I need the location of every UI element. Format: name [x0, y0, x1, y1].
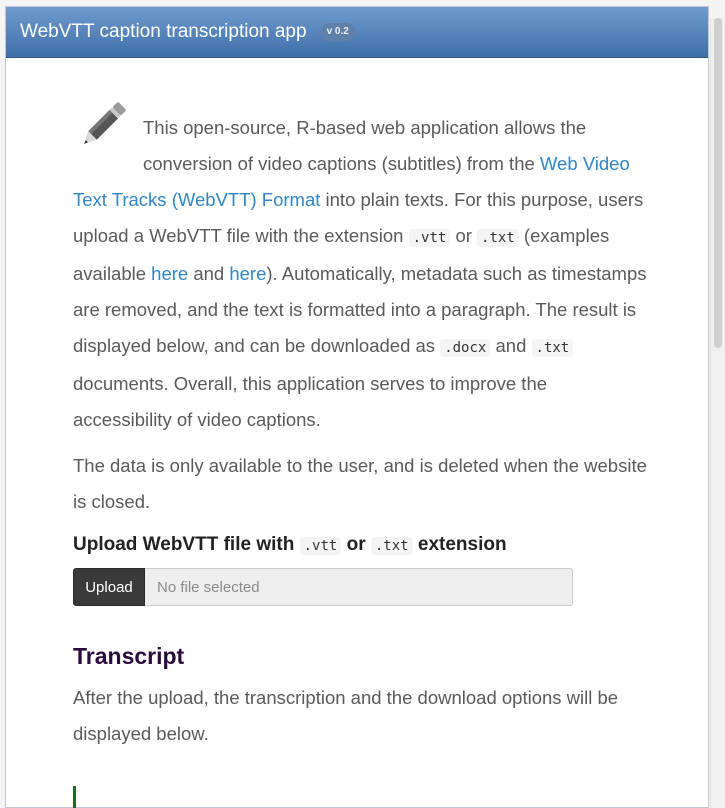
code-vtt-label: .vtt [299, 537, 342, 555]
intro-text: or [450, 225, 478, 246]
code-txt: .txt [477, 229, 519, 247]
file-name-field[interactable]: No file selected [145, 568, 573, 606]
intro-text: and [490, 335, 532, 356]
upload-label: Upload WebVTT file with .vtt or .txt ext… [73, 534, 507, 556]
intro-text: documents. Overall, this application ser… [73, 373, 548, 430]
header-bar: WebVTT caption transcription app v 0.2 [6, 7, 708, 58]
intro-text: This open-source, R-based web applicatio… [143, 117, 587, 174]
upload-label-text: Upload WebVTT file with [73, 534, 300, 555]
scrollbar[interactable] [710, 18, 725, 808]
intro-section: This open-source, R-based web applicatio… [73, 102, 648, 520]
app-title: WebVTT caption transcription app [20, 21, 307, 42]
upload-label-text: extension [412, 534, 507, 555]
code-txt-2: .txt [531, 339, 574, 357]
file-upload-control: Upload No file selected [73, 568, 573, 606]
pencil-icon [84, 102, 126, 144]
upload-button[interactable]: Upload [73, 568, 145, 606]
transcript-info: After the upload, the transcription and … [73, 687, 619, 744]
version-badge: v 0.2 [320, 23, 355, 41]
transcript-output-border [73, 786, 76, 808]
intro-paragraph: This open-source, R-based web applicatio… [73, 110, 648, 438]
code-docx: .docx [440, 339, 491, 357]
scrollbar-thumb[interactable] [714, 18, 722, 348]
upload-label-text: or [341, 534, 371, 555]
code-txt-label: .txt [370, 537, 413, 555]
example-link-2[interactable]: here [229, 263, 266, 284]
transcript-heading: Transcript [73, 643, 185, 669]
privacy-note: The data is only available to the user, … [73, 455, 647, 512]
example-link-1[interactable]: here [151, 263, 188, 284]
intro-text: and [188, 263, 230, 284]
code-vtt: .vtt [408, 229, 451, 247]
